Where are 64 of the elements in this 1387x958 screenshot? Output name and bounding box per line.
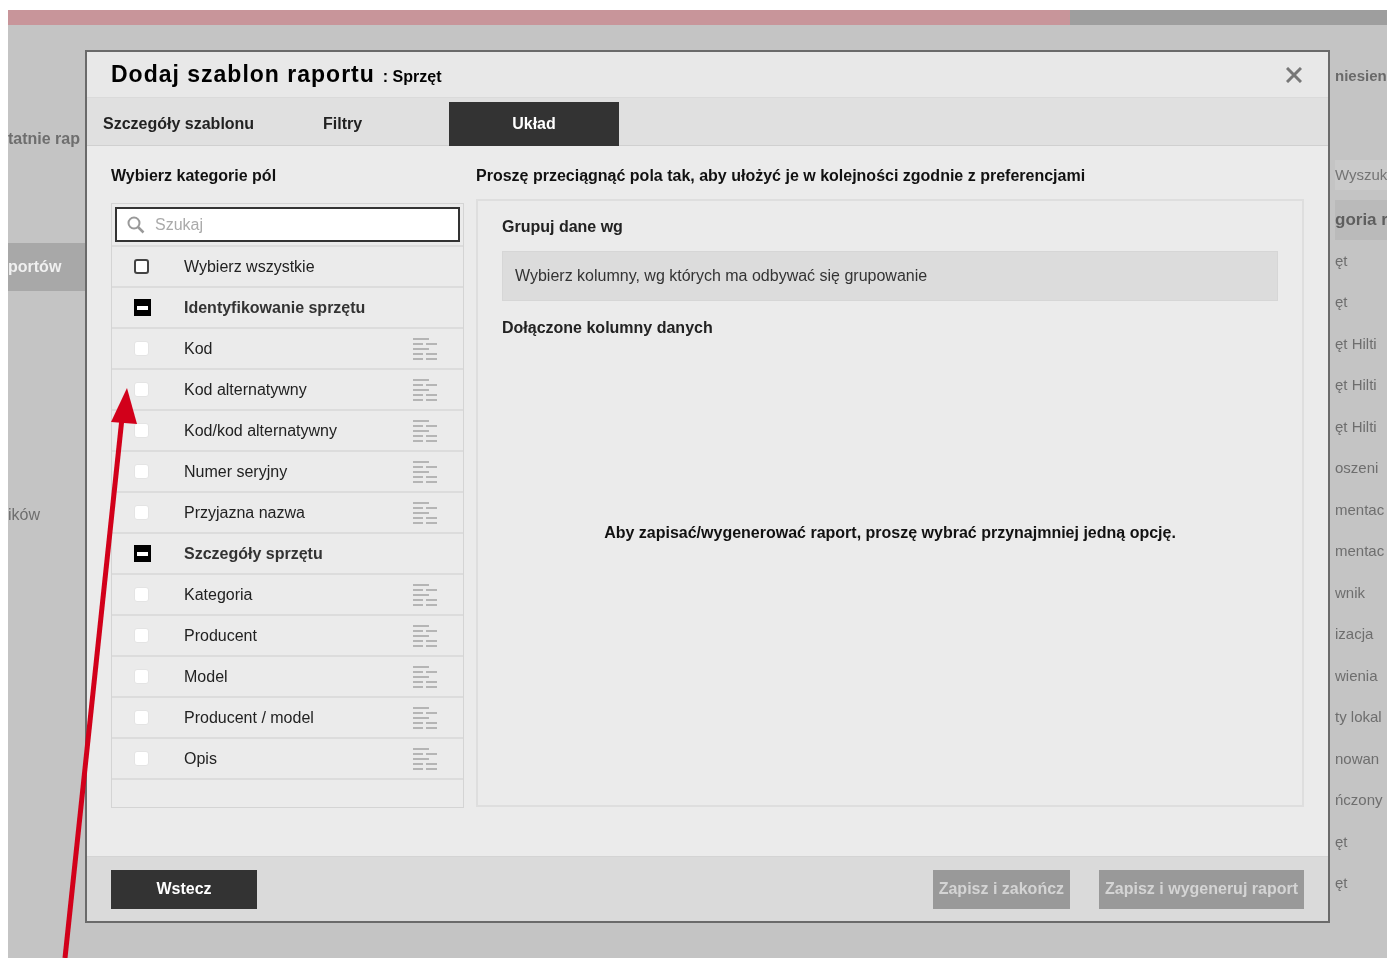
drag-handle-icon[interactable] (413, 459, 437, 484)
group-label: Identyfikowanie sprzętu (184, 297, 366, 318)
drag-handle-icon[interactable] (413, 623, 437, 648)
column-header: goria r (1335, 200, 1387, 240)
search-field[interactable]: Wyszuk (1335, 160, 1387, 190)
tab[interactable]: Układ (449, 102, 619, 146)
table-cell-text: oszeni (1335, 458, 1380, 478)
drag-handle-icon[interactable] (413, 582, 437, 607)
search-field[interactable]: Szukaj (155, 212, 448, 237)
field-label: Kod (184, 338, 214, 359)
table-cell-text: mentac (1335, 499, 1386, 520)
drag-handle-icon[interactable] (413, 705, 437, 730)
collapse-icon[interactable] (134, 545, 151, 562)
table-cell-text: ęt (1335, 873, 1349, 893)
field-label: Kod/kod alternatywny (184, 420, 338, 441)
table-cell-text: ńczony (1335, 790, 1384, 810)
table-cell-text: wnik (1335, 582, 1366, 603)
checkbox[interactable] (134, 259, 149, 274)
drag-handle-icon[interactable] (413, 746, 437, 771)
field-label: Opis (184, 748, 218, 769)
table-cell-text: ęt Hilti (1335, 333, 1378, 354)
dialog-title: Dodaj szablon raportu (111, 60, 375, 90)
table-cell-text: ty lokal (1335, 707, 1383, 727)
table-cell-text: nowan (1335, 748, 1381, 769)
section-heading: Wybierz kategorie pól (111, 166, 278, 186)
field-label: Model (184, 666, 229, 687)
collapse-icon[interactable] (134, 299, 151, 316)
search-box[interactable]: Szukaj (115, 207, 460, 242)
drag-handle-icon[interactable] (413, 377, 437, 402)
table-cell-text: ęt Hilti (1335, 416, 1378, 437)
header-text: niesien (1335, 66, 1387, 85)
field-label: Numer seryjny (184, 461, 289, 482)
section-heading: Grupuj dane wg (502, 217, 624, 237)
drag-handle-icon[interactable] (413, 664, 437, 689)
field-label: Kategoria (184, 584, 254, 605)
nav-item[interactable]: portów (8, 243, 85, 291)
table-cell-text: ęt Hilti (1335, 375, 1378, 395)
field-label: Wybierz wszystkie (184, 256, 315, 277)
field-label: Przyjazna nazwa (184, 502, 306, 523)
drag-handle-icon[interactable] (413, 500, 437, 525)
table-cell-text: ęt (1335, 831, 1349, 852)
group-label: Szczegóły sprzętu (184, 543, 323, 564)
field-label: Producent / model (184, 707, 315, 728)
close-icon[interactable] (1286, 66, 1302, 83)
table-cell-text: ęt (1335, 292, 1349, 312)
tab[interactable]: Filtry (323, 102, 449, 146)
nav-item[interactable]: tatnie rap (8, 115, 85, 163)
table-cell-text: mentac (1335, 541, 1386, 561)
table-cell-text: wienia (1335, 665, 1379, 686)
table-cell-text: ęt (1335, 250, 1349, 271)
field-label: Kod alternatywny (184, 379, 308, 400)
dialog-subtitle: : Sprzęt (382, 66, 442, 87)
table-cell-text: izacja (1335, 624, 1375, 644)
validation-message: Aby zapisać/wygenerować raport, proszę wybrać przynajmniej jedną opcję. (604, 523, 1176, 543)
field-label: Producent (184, 625, 258, 646)
section-heading: Proszę przeciągnąć pola tak, aby ułożyć je w kolejności zgodnie z preferencjami (476, 166, 1087, 186)
group-drop-zone[interactable]: Wybierz kolumny, wg których ma odbywać się grupowanie (502, 251, 1278, 301)
tab[interactable]: Szczegóły szablonu (103, 102, 323, 146)
back-button[interactable]: Wstecz (111, 869, 257, 909)
drag-handle-icon[interactable] (413, 336, 437, 361)
search-icon (127, 215, 145, 234)
section-heading: Dołączone kolumny danych (502, 318, 714, 338)
nav-item[interactable]: ików (8, 491, 85, 539)
drag-handle-icon[interactable] (413, 418, 437, 443)
